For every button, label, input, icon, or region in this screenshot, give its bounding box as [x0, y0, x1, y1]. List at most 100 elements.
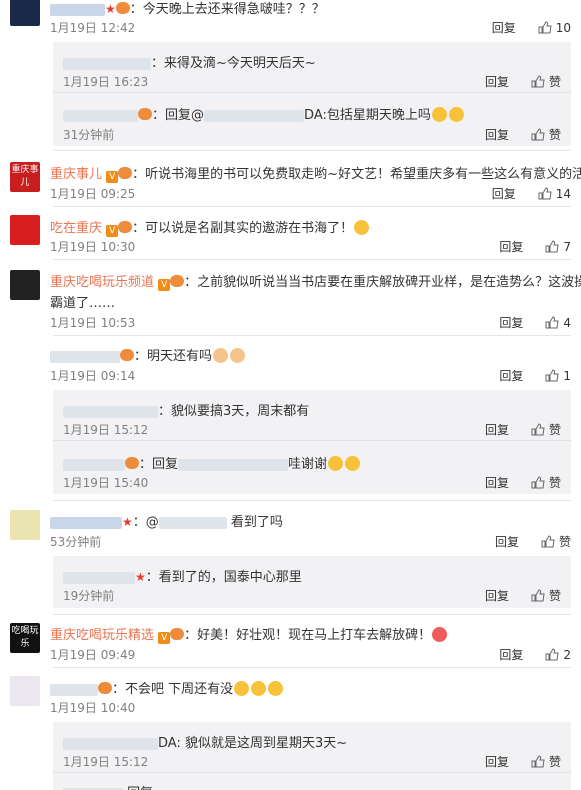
reply-button[interactable]: 回复	[492, 185, 516, 202]
avatar[interactable]	[10, 215, 40, 245]
comment-actions: 回复 10	[492, 19, 571, 36]
comment-text: 来得及滴~今天明天后天~	[164, 56, 316, 71]
grin-emoji-icon	[328, 456, 344, 471]
avatar[interactable]	[10, 676, 40, 706]
avatar[interactable]	[10, 270, 40, 300]
fan-medal-icon	[118, 221, 133, 233]
comment-text: DA: 貌似就是这周到星期天3天~	[158, 736, 348, 751]
mention-redacted[interactable]	[158, 516, 227, 529]
reply-button[interactable]: 回复	[492, 19, 516, 36]
comment-text: 貌似要搞3天，周末都有	[171, 404, 310, 419]
comment-actions: 回复 1	[499, 367, 571, 384]
like-label: 赞	[558, 535, 571, 549]
tear-emoji-icon	[268, 681, 284, 696]
comment-text-row: ★ ：今天晚上去还来得急啵哇？？？	[50, 0, 325, 17]
comment-text-row: ：不会吧 下周还有没	[50, 678, 284, 697]
avatar[interactable]: 吃喝玩乐	[10, 623, 40, 653]
timestamp: 19分钟前	[63, 589, 115, 603]
comment-actions: 回复 赞	[485, 753, 561, 770]
comment-text: 哇谢谢	[288, 457, 328, 472]
divider	[53, 206, 571, 207]
comment-text-row: ：明天还有吗	[50, 345, 246, 364]
avatar-text: 重庆事儿	[11, 165, 39, 188]
username-redacted[interactable]	[63, 57, 151, 70]
timestamp: 31分钟前	[63, 128, 115, 142]
reply-prefix: 回复	[127, 786, 153, 790]
timestamp: 1月19日 15:12	[63, 755, 149, 769]
like-icon[interactable]	[538, 21, 552, 34]
laugh-emoji-icon	[431, 107, 447, 122]
comment-text: 不会吧 下周还有没	[125, 682, 234, 697]
reply-button[interactable]: 回复	[485, 421, 509, 438]
comment-actions: 回复 赞	[485, 587, 561, 604]
username-redacted[interactable]	[63, 109, 138, 122]
username-redacted[interactable]	[63, 405, 158, 418]
mention-prefix: @	[145, 515, 159, 530]
like-icon[interactable]	[538, 187, 552, 200]
like-icon[interactable]	[531, 755, 545, 768]
reply-button[interactable]: 回复	[485, 73, 509, 90]
star-icon: ★	[135, 570, 146, 584]
avatar[interactable]	[10, 510, 40, 540]
divider	[53, 440, 571, 441]
username-redacted[interactable]	[63, 737, 158, 750]
reply-button[interactable]: 回复	[485, 753, 509, 770]
avatar[interactable]	[10, 0, 40, 26]
like-icon[interactable]	[545, 316, 559, 329]
like-count: 10	[555, 20, 571, 35]
thumbs-up-emoji-icon	[354, 220, 370, 235]
comment-text-row: 重庆吃喝玩乐精选 V ：好美！好壮观！现在马上打车去解放碑！	[50, 624, 448, 644]
like-icon[interactable]	[545, 240, 559, 253]
reply-button[interactable]: 回复	[485, 587, 509, 604]
fan-medal-icon	[98, 682, 112, 694]
like-icon[interactable]	[545, 648, 559, 661]
heart-eyes-emoji-icon	[432, 627, 448, 642]
like-label: 赞	[548, 755, 561, 769]
username[interactable]: 吃在重庆	[50, 221, 102, 236]
divider	[53, 614, 571, 615]
timestamp: 1月19日 15:12	[63, 423, 149, 437]
star-icon: ★	[122, 515, 133, 529]
fan-medal-icon	[170, 275, 185, 287]
like-count: 7	[563, 239, 571, 254]
reply-button[interactable]: 回复	[485, 126, 509, 143]
reply-button[interactable]: 回复	[495, 533, 519, 550]
username-redacted[interactable]	[50, 3, 105, 16]
mention-redacted[interactable]	[178, 458, 289, 471]
avatar[interactable]: 重庆事儿	[10, 162, 40, 192]
reply-thread: ：来得及滴~今天明天后天~ 1月19日 16:23 回复 赞 ：回复@ DA:包括…	[53, 42, 571, 146]
username-redacted[interactable]	[63, 571, 135, 584]
username[interactable]: 重庆事儿	[50, 167, 102, 182]
like-icon[interactable]	[541, 535, 555, 548]
like-icon[interactable]	[531, 589, 545, 602]
comment-text: 看到了吗	[230, 515, 283, 530]
reply-button[interactable]: 回复	[499, 646, 523, 663]
username-redacted[interactable]	[50, 683, 98, 696]
timestamp: 1月19日 10:53	[50, 316, 136, 330]
hand-emoji-icon	[213, 348, 229, 363]
mention-redacted[interactable]	[204, 109, 305, 122]
reply-button[interactable]: 回复	[499, 238, 523, 255]
like-icon[interactable]	[531, 128, 545, 141]
reply-button[interactable]: 回复	[499, 314, 523, 331]
like-icon[interactable]	[545, 369, 559, 382]
comment-actions: 回复 7	[499, 238, 571, 255]
username[interactable]: 重庆吃喝玩乐精选	[50, 628, 154, 643]
like-icon[interactable]	[531, 75, 545, 88]
reply-button[interactable]: 回复	[499, 367, 523, 384]
username-redacted[interactable]	[50, 350, 120, 363]
reply-button[interactable]: 回复	[485, 474, 509, 491]
fan-medal-icon	[115, 2, 130, 14]
tear-emoji-icon	[234, 681, 250, 696]
username[interactable]: 重庆吃喝玩乐频道	[50, 275, 154, 290]
username-redacted[interactable]	[50, 516, 122, 529]
reply-row: 回复	[63, 782, 153, 790]
comment-text-row: 吃在重庆 V ：可以说是名副其实的遨游在书海了！	[50, 217, 370, 237]
like-icon[interactable]	[531, 423, 545, 436]
like-icon[interactable]	[531, 476, 545, 489]
comment-text-row: ★：@ 看到了吗	[50, 511, 283, 530]
comment-text-row: 重庆吃喝玩乐频道 V ：之前貌似听说当当书店要在重庆解放碑开业样，是在造势么？这波…	[50, 271, 581, 291]
comment-text: 看到了的，国泰中心那里	[158, 570, 302, 585]
username-redacted[interactable]	[63, 458, 125, 471]
reply-row: ：来得及滴~今天明天后天~	[63, 52, 316, 71]
